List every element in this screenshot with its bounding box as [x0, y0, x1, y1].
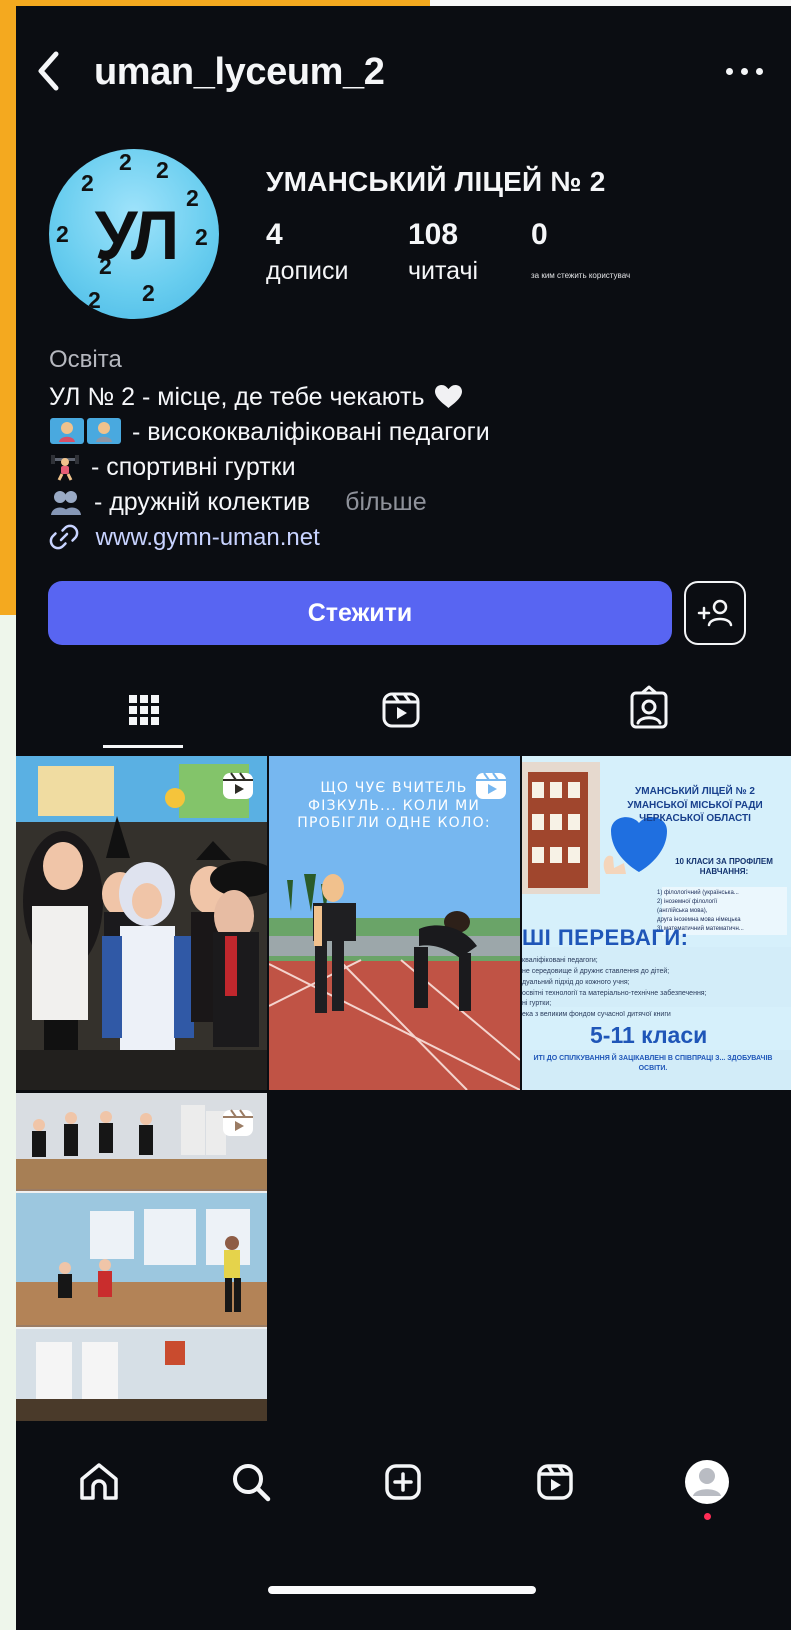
profile-username: uman_lyceum_2: [94, 51, 385, 93]
following-stat[interactable]: 0 за ким стежить користувач: [531, 218, 657, 280]
bio-line-3: - спортивні гуртки: [49, 453, 296, 482]
nav-create[interactable]: [373, 1452, 433, 1512]
following-count: 0: [531, 218, 548, 251]
poster-title: УМАНСЬКИЙ ЛІЦЕЙ № 2 УМАНСЬКОЇ МІСЬКОЇ РА…: [627, 786, 763, 824]
website-link[interactable]: www.gymn-uman.net: [49, 524, 320, 552]
avatar-digit: 2: [119, 149, 132, 175]
weightlifter-emoji-icon: [51, 455, 79, 482]
posts-count: 4: [266, 218, 283, 251]
poster-benefit-item: не середовище й дружнє ставлення до діте…: [522, 967, 670, 975]
more-horizontal-icon-dot: [741, 68, 748, 75]
post-tile-3[interactable]: УМАНСЬКИЙ ЛІЦЕЙ № 2 УМАНСЬКОЇ МІСЬКОЇ РА…: [522, 756, 791, 1090]
website-text: www.gymn-uman.net: [95, 524, 320, 551]
phone-screen: uman_lyceum_2 2 2 2 2 2 2 2 2 2 УЛ УМАНС…: [16, 6, 791, 1630]
following-label: за ким стежить користувач: [531, 271, 631, 280]
bio-more-link[interactable]: більше: [345, 488, 426, 516]
poster-list-item: друга іноземна мова німецька: [657, 917, 741, 923]
followers-label: читачі: [408, 257, 479, 285]
group-emoji-icon: [51, 490, 81, 515]
home-icon: [80, 1463, 118, 1500]
active-tab-indicator: [103, 745, 183, 748]
nav-search[interactable]: [221, 1452, 281, 1512]
post-reel-badge: [473, 768, 509, 804]
posts-stat[interactable]: 4 дописи: [266, 218, 392, 284]
suggest-user-button[interactable]: [684, 581, 746, 645]
bio-line-2: - висококваліфіковані педагоги: [49, 417, 490, 447]
poster-benefit-item: ека з великим фондом сучасної дитячої кн…: [522, 1011, 671, 1019]
poster-bottom-text: ИТІ ДО СПІЛКУВАННЯ Й ЗАЦІКАВЛЕНІ В СПІВП…: [533, 1055, 773, 1073]
search-icon: [233, 1464, 271, 1502]
profile-display-name: УМАНСЬКИЙ ЛІЦЕЙ № 2: [266, 166, 606, 197]
poster-list-item: 1) філологічний (українська...: [657, 890, 739, 896]
poster-subtitle: 10 КЛАСИ ЗА ПРОФІЛЕМ НАВЧАННЯ:: [675, 857, 773, 877]
bio-text: УЛ № 2 - місце, де тебе чекають: [49, 383, 425, 411]
followers-count: 108: [408, 218, 459, 251]
post-thumbnail-halloween: [16, 756, 267, 1090]
link-icon: [49, 524, 79, 550]
nav-reels[interactable]: [525, 1452, 585, 1512]
bio-text: - дружній колектив: [93, 488, 311, 516]
post-tile-4[interactable]: [16, 1093, 267, 1421]
bio-text: - висококваліфіковані педагоги: [131, 418, 490, 446]
reels-icon: [223, 1109, 253, 1136]
reels-icon: [223, 772, 253, 799]
reels-icon: [537, 1464, 573, 1500]
tab-grid[interactable]: [89, 682, 199, 748]
posts-grid: ЩО ЧУЄ ВЧИТЕЛЬ ФІЗКУЛЬ... КОЛИ МИ ПРОБІГ…: [16, 756, 791, 1421]
bio-line-4: - дружній колектив більше: [49, 488, 427, 517]
post-reel-badge: [220, 768, 256, 804]
poster-benefit-item: дуальний підхід до кожного учня;: [522, 978, 630, 986]
poster-list-item: (англійська мова),: [657, 908, 708, 914]
poster-benefits-list: кваліфіковані педагоги; не середовище й …: [522, 956, 782, 1021]
followers-stat[interactable]: 108 читачі: [408, 218, 534, 284]
avatar-digit: 2: [88, 287, 101, 313]
profile-avatar[interactable]: 2 2 2 2 2 2 2 2 2 УЛ: [49, 149, 219, 319]
chevron-left-icon: [38, 51, 59, 91]
reels-icon: [382, 692, 420, 728]
grid-icon: [129, 695, 159, 725]
top-bar: uman_lyceum_2: [16, 6, 791, 124]
avatar-digit: 2: [142, 280, 155, 306]
nav-profile[interactable]: [677, 1452, 737, 1520]
bio-line-1: УЛ № 2 - місце, де тебе чекають: [49, 383, 464, 412]
poster-benefit-item: освітні технології та матеріально-техніч…: [522, 989, 707, 997]
back-button[interactable]: [34, 48, 62, 94]
post-thumbnail-gym-collage: [16, 1093, 267, 1421]
home-indicator: [268, 1586, 536, 1594]
more-horizontal-icon: [726, 68, 733, 75]
white-heart-icon: [435, 385, 463, 409]
poster-advantages-heading: ШІ ПЕРЕВАГИ:: [522, 925, 689, 950]
more-options-button[interactable]: [721, 53, 769, 89]
poster-benefit-item: кваліфіковані педагоги;: [522, 957, 598, 964]
bottom-navigation: [16, 1421, 791, 1630]
poster-grades: 5-11 класи: [590, 1022, 708, 1048]
nav-home[interactable]: [69, 1452, 129, 1512]
tab-reels[interactable]: [346, 682, 456, 748]
follow-button[interactable]: Стежити: [48, 581, 672, 645]
profile-avatar-icon: [685, 1460, 729, 1504]
post-tile-1[interactable]: [16, 756, 267, 1090]
teachers-emoji-icon: [50, 417, 121, 444]
tab-tagged[interactable]: [594, 682, 704, 748]
poster-benefit-item: ні гуртки;: [522, 1000, 552, 1008]
add-square-icon: [385, 1464, 421, 1500]
add-user-icon: [697, 599, 733, 627]
more-horizontal-icon-dot: [756, 68, 763, 75]
poster-list-item: 2) іноземної філології: [657, 899, 718, 905]
posts-label: дописи: [266, 257, 349, 285]
profile-tabs: [16, 682, 791, 748]
post-caption: ЩО ЧУЄ ВЧИТЕЛЬ ФІЗКУЛЬ... КОЛИ МИ ПРОБІГ…: [297, 780, 491, 831]
avatar-monogram: УЛ: [94, 197, 180, 274]
bio-text: - спортивні гуртки: [90, 453, 296, 481]
profile-notification-dot: [704, 1513, 711, 1520]
profile-category: Освіта: [49, 346, 122, 373]
reels-icon: [476, 772, 506, 799]
tagged-icon: [630, 685, 668, 729]
avatar-digit: 2: [156, 157, 169, 183]
post-tile-2[interactable]: ЩО ЧУЄ ВЧИТЕЛЬ ФІЗКУЛЬ... КОЛИ МИ ПРОБІГ…: [269, 756, 520, 1090]
post-reel-badge: [220, 1105, 256, 1141]
avatar-digit: 2: [81, 170, 94, 196]
